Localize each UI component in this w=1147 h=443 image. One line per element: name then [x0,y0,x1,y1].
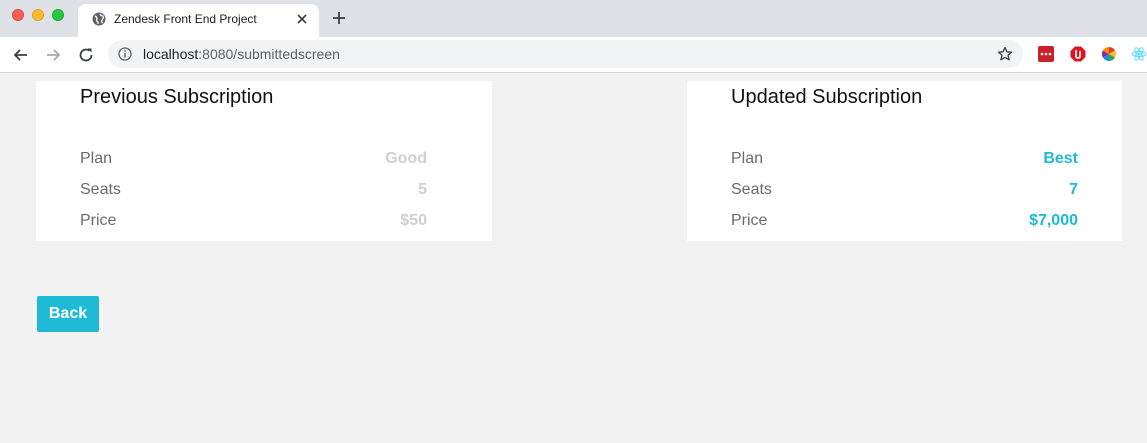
browser-tab[interactable]: Zendesk Front End Project [78,4,319,37]
extension-color-picker-icon[interactable] [1101,46,1117,62]
browser-tab-strip: Zendesk Front End Project [0,0,1147,37]
window-minimize-icon[interactable] [32,9,44,21]
seats-label: Seats [731,181,772,198]
tab-close-icon[interactable] [295,12,309,26]
updated-seats-row: Seats 7 [731,181,1078,201]
previous-subscription-card: Previous Subscription Plan Good Seats 5 … [36,81,492,241]
back-button[interactable]: Back [37,296,99,332]
previous-plan-row: Plan Good [80,150,427,170]
reload-icon[interactable] [77,46,95,64]
bookmark-star-icon[interactable] [997,46,1013,62]
url-path: :8080/submittedscreen [198,46,340,62]
new-tab-icon[interactable] [332,11,346,25]
extension-adblock-icon[interactable] [1070,46,1086,62]
price-label: Price [80,212,117,229]
price-value: $50 [400,212,427,229]
browser-toolbar: localhost:8080/submittedscreen [0,37,1147,73]
tab-title: Zendesk Front End Project [114,12,257,26]
price-value: $7,000 [1029,212,1078,229]
price-label: Price [731,212,768,229]
previous-subscription-heading: Previous Subscription [80,86,274,108]
extension-react-devtools-icon[interactable] [1131,46,1147,62]
previous-seats-row: Seats 5 [80,181,427,201]
plan-value: Best [1043,150,1078,167]
plan-value: Good [385,150,427,167]
plan-label: Plan [731,150,764,167]
extension-lastpass-icon[interactable] [1038,46,1054,62]
updated-price-row: Price $7,000 [731,212,1078,232]
address-bar[interactable]: localhost:8080/submittedscreen [108,40,1023,68]
updated-subscription-card: Updated Subscription Plan Best Seats 7 P… [687,81,1122,241]
window-maximize-icon[interactable] [52,9,64,21]
back-arrow-icon[interactable] [12,46,30,64]
updated-subscription-heading: Updated Subscription [731,86,923,108]
url-host: localhost [143,46,199,62]
window-close-icon[interactable] [12,9,24,21]
plan-label: Plan [80,150,113,167]
globe-icon [92,12,106,26]
seats-value: 5 [418,181,427,198]
seats-label: Seats [80,181,121,198]
seats-value: 7 [1069,181,1078,198]
url-text[interactable]: localhost:8080/submittedscreen [143,46,340,62]
previous-price-row: Price $50 [80,212,427,232]
info-icon[interactable] [118,47,132,61]
updated-plan-row: Plan Best [731,150,1078,170]
forward-arrow-icon[interactable] [44,46,62,64]
